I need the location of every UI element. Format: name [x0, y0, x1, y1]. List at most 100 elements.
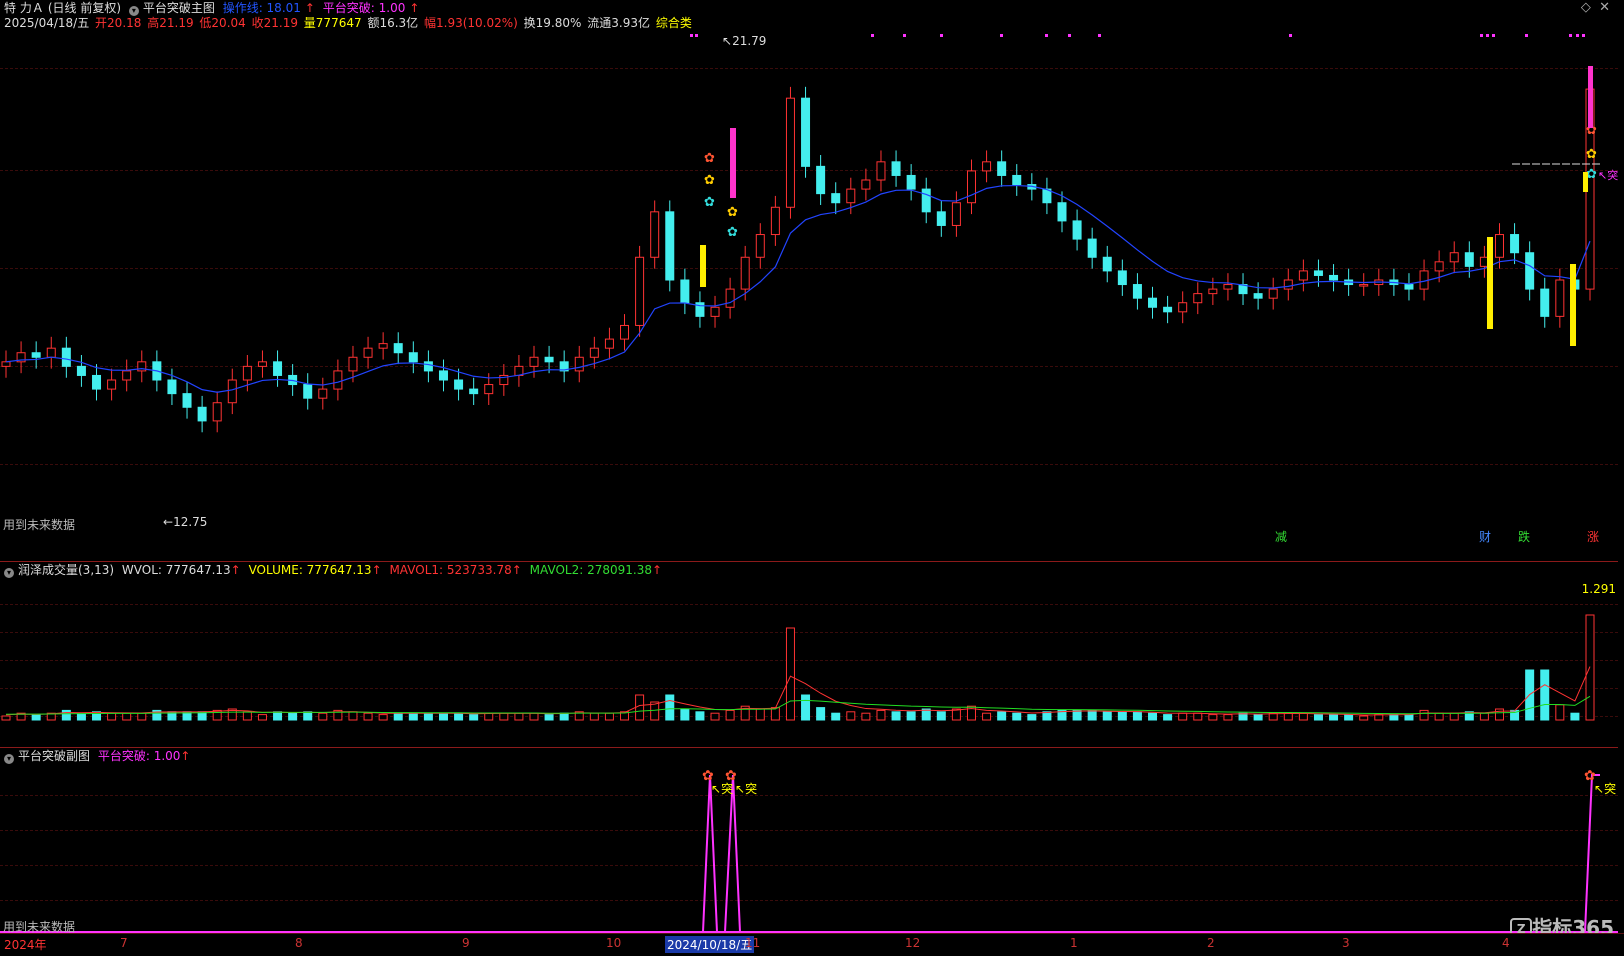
signal-dot [1068, 34, 1071, 37]
candle-body [589, 347, 599, 358]
volume-bar [1253, 714, 1263, 721]
volume-bar [137, 712, 147, 721]
signal-dot [903, 34, 906, 37]
time-cursor-label: 2024/10/18/五 [665, 936, 755, 953]
candle-body [378, 343, 388, 349]
candlestick-chart[interactable]: ✿✿✿✿✿✿✿✿ [0, 30, 1618, 560]
signal-dot [1525, 34, 1528, 37]
volume-bar [1494, 708, 1504, 721]
candle-body [408, 352, 418, 363]
signal-dot [1045, 34, 1048, 37]
quote-line: 2025/04/18/五 开20.18 高21.19 低20.04 收21.19… [4, 15, 696, 31]
volume-bar [997, 711, 1007, 721]
time-tick: 7 [120, 936, 128, 950]
volume-bar [61, 709, 71, 721]
volume-bar [695, 711, 705, 721]
mavol2-value: MAVOL2: 278091.38 [529, 563, 652, 577]
window-controls: ◇ ✕ [1581, 0, 1610, 15]
volume-bar [408, 712, 418, 721]
signal-tag: ↖突 [1594, 782, 1617, 796]
time-axis[interactable]: 2024年 7 8 9 10 2024/10/18/五 11 12 1 2 3 … [0, 933, 1624, 956]
candle-body [846, 188, 856, 204]
candle-body [242, 365, 252, 381]
candle-body [212, 402, 222, 422]
operation-line [5, 184, 1591, 393]
candle-body [544, 356, 554, 363]
time-tick: 11 [745, 936, 761, 950]
collapse-icon[interactable]: ▾ [4, 754, 14, 764]
volume-bar [76, 712, 86, 721]
quote-open: 开20.18 [95, 16, 142, 30]
sub-header: ▾ 平台突破副图 平台突破: 1.00↑ [4, 748, 194, 764]
quote-low: 低20.04 [199, 16, 246, 30]
candle-body [650, 211, 660, 258]
candle-body [770, 206, 780, 236]
signal-dot [695, 34, 698, 37]
volume-bar [31, 714, 41, 721]
tu-tag-main: ↖突 [1598, 169, 1619, 182]
stock-name[interactable]: 特 力Ａ [4, 1, 44, 15]
indicator-name[interactable]: 平台突破主图 [143, 1, 215, 15]
close-icon[interactable]: ✕ [1599, 0, 1610, 15]
candle-body [1298, 270, 1308, 281]
volume-bar [1479, 712, 1489, 721]
sub-title[interactable]: 平台突破副图 [18, 749, 90, 763]
high-label: ↖21.79 [722, 34, 767, 48]
magenta-signal-bar [730, 128, 736, 198]
candle-body [710, 306, 720, 317]
butterfly-icon: ✿ [704, 195, 715, 210]
signal-chart[interactable] [0, 765, 1618, 935]
yellow-signal-bar [1570, 264, 1576, 346]
signal-tag: ↖突 [735, 782, 758, 796]
volume-bar [1434, 712, 1444, 721]
volume-bar [393, 712, 403, 721]
candle-body [76, 365, 86, 376]
volume-chart[interactable] [0, 580, 1618, 748]
candle-body [1434, 261, 1444, 272]
volume-bar [801, 694, 811, 721]
main-header: 特 力Ａ (日线 前复权) ▾ 平台突破主图 操作线: 18.01 ↑ 平台突破: 1… [4, 0, 423, 16]
candle-body [982, 161, 992, 172]
time-tick: 8 [295, 936, 303, 950]
candle-body [182, 393, 192, 408]
marker-fall: 跌 [1518, 530, 1531, 544]
volume-bar [861, 712, 871, 721]
candle-body [861, 179, 871, 190]
candle-body [363, 347, 373, 358]
up-arrow-icon: ↑ [304, 1, 315, 15]
volume-bar [1419, 709, 1429, 721]
candle-body [529, 356, 539, 367]
param-operation-line: 操作线: 18.01 [222, 1, 301, 15]
sub-value: 平台突破: 1.00 [97, 749, 181, 763]
candle-body [1540, 288, 1550, 317]
param-platform-break: 平台突破: 1.00 [322, 1, 406, 15]
butterfly-icon: ✿ [702, 768, 714, 784]
collapse-icon[interactable]: ▾ [4, 568, 14, 578]
quote-category[interactable]: 综合类 [656, 16, 692, 30]
candle-body [122, 370, 132, 381]
candle-body [197, 406, 207, 422]
candle-body [997, 161, 1007, 176]
signal-dot [1492, 34, 1495, 37]
time-tick: 12 [905, 936, 921, 950]
wvol-value: WVOL: 777647.13 [121, 563, 231, 577]
time-tick: 2024年 [4, 938, 47, 952]
candle-body [303, 384, 313, 399]
up-arrow-icon: ↑ [409, 1, 420, 15]
volume-bar [1283, 712, 1293, 721]
candle-body [1208, 288, 1218, 295]
volume-header: ▾ 润泽成交量(3,13) WVOL: 777647.13↑ VOLUME: 77… [4, 562, 666, 578]
diamond-icon[interactable]: ◇ [1581, 0, 1591, 15]
candle-body [61, 347, 71, 367]
adjust-mode[interactable]: (日线 前复权) [48, 1, 121, 15]
time-tick: 9 [462, 936, 470, 950]
candle-body [227, 379, 237, 404]
candle-body [333, 370, 343, 390]
quote-close: 收21.19 [251, 16, 298, 30]
volume-title[interactable]: 润泽成交量(3,13) [18, 563, 114, 577]
candle-body [936, 211, 946, 226]
candle-body [318, 388, 328, 399]
candle-body [574, 356, 584, 372]
volume-bar [1329, 714, 1339, 721]
candle-body [801, 97, 811, 167]
